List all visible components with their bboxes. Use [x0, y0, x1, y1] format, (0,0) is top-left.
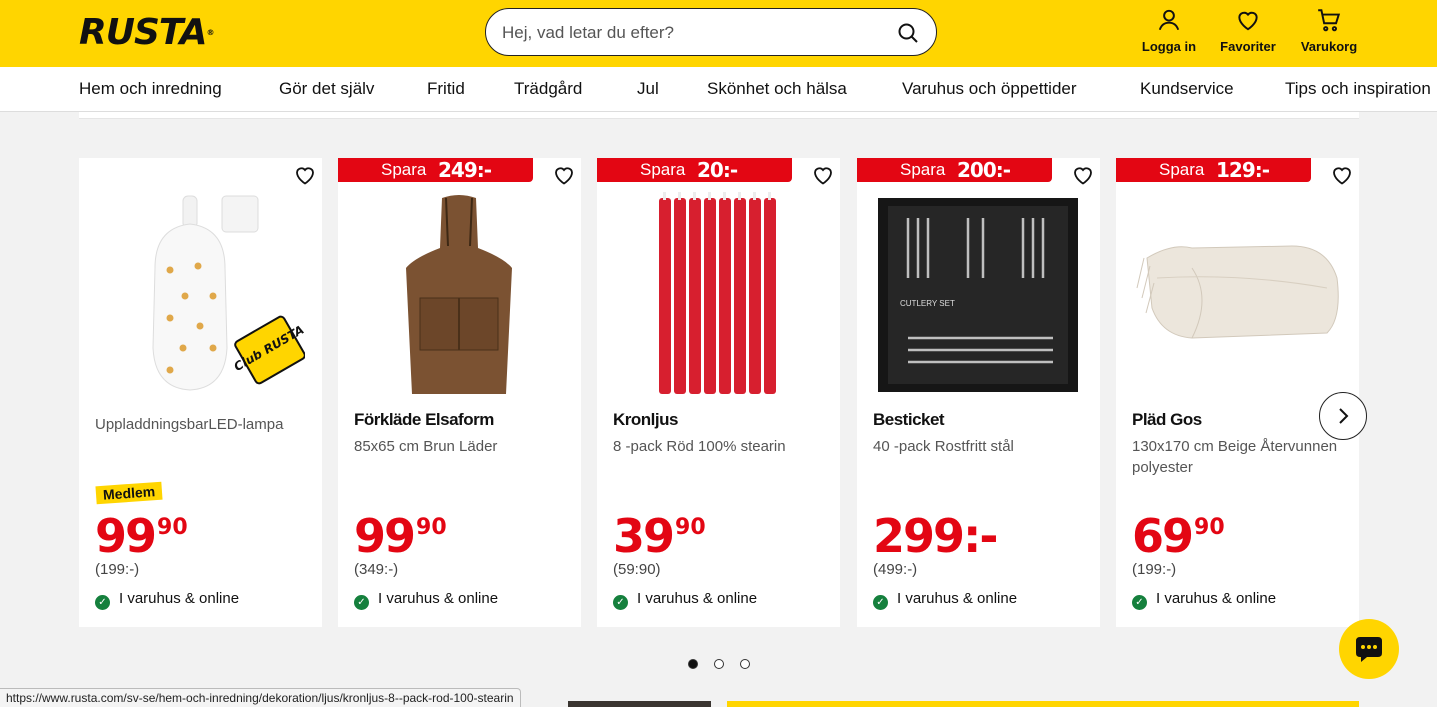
check-icon: ✓	[95, 595, 110, 610]
main-nav: Hem och inredning Gör det själv Fritid T…	[0, 67, 1437, 112]
nav-item-diy[interactable]: Gör det själv	[279, 79, 374, 99]
nav-item-stores-hours[interactable]: Varuhus och öppettider	[902, 79, 1077, 99]
nav-item-home-interior[interactable]: Hem och inredning	[79, 79, 222, 99]
product-name[interactable]: Förkläde Elsaform	[354, 410, 494, 430]
favorites-button[interactable]: Favoriter	[1208, 7, 1288, 59]
bottom-banner-image	[568, 701, 711, 707]
product-description: UppladdningsbarLED-lampa	[95, 416, 284, 433]
svg-text:CUTLERY SET: CUTLERY SET	[900, 299, 955, 308]
bottom-banner-yellow	[727, 701, 1359, 707]
leather-apron-image[interactable]	[354, 188, 564, 398]
product-name[interactable]: Besticket	[873, 410, 945, 430]
search-icon[interactable]	[896, 21, 920, 45]
nav-item-beauty-health[interactable]: Skönhet och hälsa	[707, 79, 847, 99]
carousel-dot-3[interactable]	[740, 659, 750, 669]
ordinary-price: (199:-)	[95, 561, 140, 578]
favorite-heart-icon[interactable]	[552, 163, 576, 187]
product-card[interactable]: Spara 200:- CUTLERY SET Besticket 40 -pac…	[857, 158, 1100, 627]
cart-button[interactable]: Varukorg	[1289, 7, 1369, 59]
heart-icon	[1238, 11, 1258, 31]
product-price: 9990	[354, 509, 447, 563]
carousel-dot-2[interactable]	[714, 659, 724, 669]
stock-status: ✓ I varuhus & online	[354, 590, 498, 610]
stock-status: ✓ I varuhus & online	[1132, 590, 1276, 610]
beige-blanket-image[interactable]	[1132, 188, 1342, 398]
check-icon: ✓	[1132, 595, 1147, 610]
ordinary-price: (199:-)	[1132, 561, 1177, 578]
favorite-heart-icon[interactable]	[1071, 163, 1095, 187]
led-lamp-image[interactable]: Club RUSTA	[95, 188, 305, 398]
carousel-next-button[interactable]	[1319, 392, 1367, 440]
rusta-logo[interactable]: RUSTA®	[79, 13, 215, 53]
ordinary-price: (349:-)	[354, 561, 399, 578]
stock-status: ✓ I varuhus & online	[95, 590, 239, 610]
favorite-heart-icon[interactable]	[293, 163, 317, 187]
stock-status: ✓ I varuhus & online	[613, 590, 757, 610]
check-icon: ✓	[613, 595, 628, 610]
product-description: 85x65 cm Brun Läder	[354, 438, 498, 455]
search-input[interactable]	[502, 21, 882, 45]
cutlery-set-image[interactable]: CUTLERY SET	[873, 188, 1083, 398]
user-icon	[1158, 9, 1180, 31]
content-strip	[79, 112, 1359, 119]
save-badge: Spara 200:-	[857, 158, 1052, 182]
check-icon: ✓	[873, 595, 888, 610]
product-description: 40 -pack Rostfritt stål	[873, 438, 1014, 455]
status-bar-url: https://www.rusta.com/sv-se/hem-och-inre…	[0, 688, 521, 707]
product-description: 130x170 cm Beige Återvunnen polyester	[1132, 438, 1338, 476]
product-name[interactable]: Kronljus	[613, 410, 678, 430]
red-candles-image[interactable]	[613, 188, 823, 398]
chat-bubble-icon	[1356, 637, 1382, 662]
product-name[interactable]: Pläd Gos	[1132, 410, 1202, 430]
favorite-heart-icon[interactable]	[1330, 163, 1354, 187]
save-badge: Spara 249:-	[338, 158, 533, 182]
top-header: RUSTA® Logga in Favoriter Varukorg	[0, 0, 1437, 67]
product-description: 8 -pack Röd 100% stearin	[613, 438, 786, 455]
carousel-dot-1[interactable]	[688, 659, 698, 669]
club-rusta-badge: Club RUSTA	[232, 315, 305, 385]
product-price: 6990	[1132, 509, 1225, 563]
ordinary-price: (59:90)	[613, 561, 661, 578]
favorite-heart-icon[interactable]	[811, 163, 835, 187]
nav-item-customer-service[interactable]: Kundservice	[1140, 79, 1234, 99]
nav-item-tips-inspiration[interactable]: Tips och inspiration	[1285, 79, 1431, 99]
chat-button[interactable]	[1339, 619, 1399, 679]
cart-icon	[1318, 9, 1341, 32]
product-card[interactable]: Club RUSTA UppladdningsbarLED-lampa Medl…	[79, 158, 322, 627]
nav-item-leisure[interactable]: Fritid	[427, 79, 465, 99]
favorites-label: Favoriter	[1220, 39, 1276, 54]
stock-status: ✓ I varuhus & online	[873, 590, 1017, 610]
member-badge: Medlem	[95, 481, 163, 505]
product-card[interactable]: Spara 20:- Kronljus 8 -pack Röd 100% stea…	[597, 158, 840, 627]
check-icon: ✓	[354, 595, 369, 610]
login-label: Logga in	[1141, 39, 1197, 54]
product-price: 9990	[95, 509, 188, 563]
save-badge: Spara 20:-	[597, 158, 792, 182]
product-price: 3990	[613, 509, 706, 563]
product-card[interactable]: Spara 249:- Förkläde Elsaform 85x65 cm Br…	[338, 158, 581, 627]
cart-label: Varukorg	[1300, 39, 1358, 54]
login-button[interactable]: Logga in	[1129, 7, 1209, 59]
nav-item-garden[interactable]: Trädgård	[514, 79, 582, 99]
product-price: 299:-	[873, 509, 999, 563]
nav-item-christmas[interactable]: Jul	[637, 79, 659, 99]
save-badge: Spara 129:-	[1116, 158, 1311, 182]
ordinary-price: (499:-)	[873, 561, 918, 578]
chevron-right-icon	[1339, 408, 1349, 424]
search-box[interactable]	[485, 8, 937, 56]
